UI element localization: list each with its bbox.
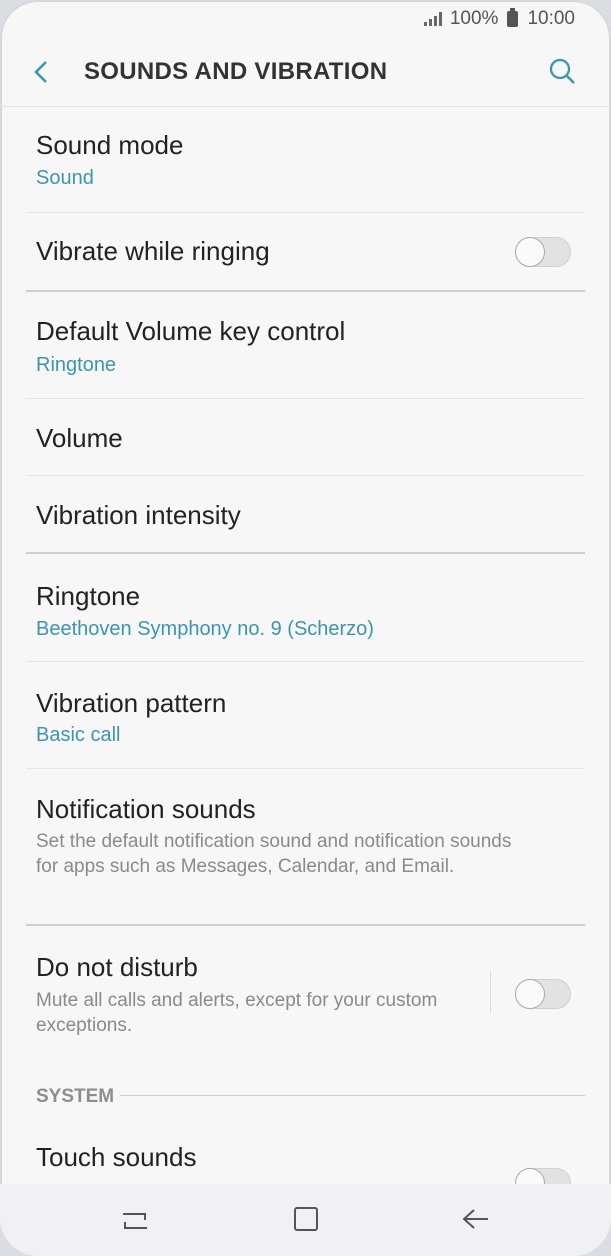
- setting-default-volume-key-control[interactable]: Default Volume key control Ringtone: [0, 292, 611, 398]
- setting-label: Touch sounds: [36, 1142, 197, 1172]
- setting-ringtone[interactable]: Ringtone Beethoven Symphony no. 9 (Scher…: [0, 554, 611, 662]
- setting-value: Ringtone: [36, 354, 117, 376]
- search-icon: [549, 58, 575, 84]
- setting-value: Sound: [36, 167, 94, 189]
- setting-vibration-pattern[interactable]: Vibration pattern Basic call: [0, 662, 611, 768]
- setting-vibration-intensity[interactable]: Vibration intensity: [0, 476, 611, 552]
- setting-vibrate-while-ringing[interactable]: Vibrate while ringing: [0, 213, 611, 291]
- setting-value: Basic call: [36, 724, 121, 746]
- battery-icon: [507, 8, 519, 27]
- recents-icon: [123, 1213, 147, 1229]
- vibrate-while-ringing-toggle[interactable]: [515, 237, 571, 267]
- navigation-bar: [0, 1184, 611, 1256]
- back-button[interactable]: [28, 56, 58, 88]
- chevron-left-icon: [34, 61, 47, 83]
- section-divider: [120, 1095, 585, 1096]
- setting-do-not-disturb[interactable]: Do not disturb Mute all calls and alerts…: [0, 926, 611, 1066]
- setting-volume[interactable]: Volume: [0, 399, 611, 475]
- clock: 10:00: [527, 8, 575, 29]
- setting-notification-sounds[interactable]: Notification sounds Set the default noti…: [0, 769, 611, 924]
- setting-label: Default Volume key control: [36, 316, 346, 346]
- vertical-divider: [490, 971, 491, 1013]
- home-icon: [294, 1207, 318, 1231]
- app-bar: SOUNDS AND VIBRATION: [0, 38, 611, 107]
- setting-label: Sound mode: [36, 130, 184, 160]
- setting-description: Mute all calls and alerts, except for yo…: [36, 990, 438, 1036]
- do-not-disturb-toggle[interactable]: [515, 979, 571, 1009]
- setting-label: Do not disturb: [36, 952, 198, 982]
- setting-label: Ringtone: [36, 581, 141, 611]
- setting-label: Vibration pattern: [36, 688, 227, 718]
- search-button[interactable]: [547, 56, 577, 86]
- signal-icon: [423, 12, 442, 26]
- page-title: SOUNDS AND VIBRATION: [84, 58, 388, 85]
- toggle-knob: [515, 979, 545, 1009]
- setting-value: Beethoven Symphony no. 9 (Scherzo): [36, 618, 374, 640]
- setting-label: Vibrate while ringing: [36, 236, 270, 266]
- setting-description: Set the default notification sound and n…: [36, 831, 512, 877]
- setting-label: Volume: [36, 423, 123, 453]
- setting-sound-mode[interactable]: Sound mode Sound: [0, 106, 611, 212]
- nav-back-button[interactable]: [456, 1202, 496, 1238]
- status-bar: 100% 10:00: [0, 0, 611, 38]
- toggle-knob: [515, 237, 545, 267]
- setting-label: Notification sounds: [36, 794, 256, 824]
- home-button[interactable]: [286, 1202, 326, 1238]
- setting-label: Vibration intensity: [36, 500, 241, 530]
- back-arrow-icon: [462, 1209, 488, 1229]
- phone-screen: 100% 10:00 SOUNDS AND VIBRATION Sound mo…: [0, 0, 611, 1256]
- battery-percent: 100%: [449, 8, 499, 29]
- section-header-system: SYSTEM: [36, 1086, 115, 1107]
- recents-button[interactable]: [115, 1202, 155, 1238]
